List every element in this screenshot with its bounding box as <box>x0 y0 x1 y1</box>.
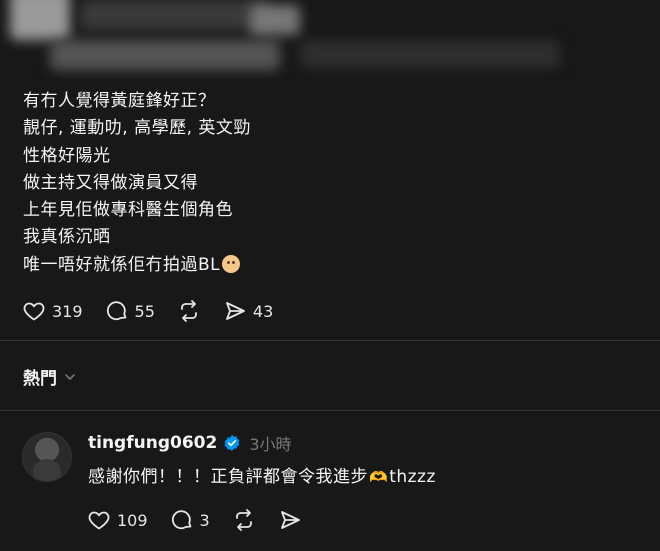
share-button[interactable]: 43 <box>223 299 273 323</box>
reply-text: 感謝你們！！！正負評都會令我進步🫶thzzz <box>88 462 436 487</box>
post-line: 有冇人覺得黃庭鋒好正？ <box>23 91 216 111</box>
sort-dropdown[interactable]: 熱門 <box>23 364 77 389</box>
post-line: 我真係沉晒 <box>23 227 111 248</box>
divider <box>0 410 660 411</box>
post-line-text: 唯一唔好就係佢冇拍過BL <box>23 254 221 275</box>
heart-icon <box>88 511 110 530</box>
post-actions: 319 55 43 <box>22 299 295 323</box>
redacted-header <box>0 0 660 80</box>
divider <box>0 340 660 341</box>
post-line: 性格好陽光 <box>23 145 111 166</box>
chevron-down-icon <box>65 373 75 380</box>
reply-repost-button[interactable] <box>232 508 256 532</box>
share-count: 43 <box>252 301 274 321</box>
repost-button[interactable] <box>177 299 201 323</box>
reply-comment-count: 3 <box>199 510 210 530</box>
avatar[interactable] <box>22 432 72 482</box>
reply-comment-button[interactable]: 3 <box>170 508 210 532</box>
repost-icon <box>181 300 197 322</box>
blurred-avatar <box>10 0 70 40</box>
reply-timestamp: 3小時 <box>249 435 292 454</box>
reply-header: tingfung0602 3小時 <box>88 431 292 455</box>
reply-username[interactable]: tingfung0602 <box>88 433 217 453</box>
reply-like-count: 109 <box>117 510 148 530</box>
comment-icon <box>106 301 126 321</box>
post-body: 有冇人覺得黃庭鋒好正？ 靚仔, 運動叻, 高學歷, 英文勁 性格好陽光 做主持又… <box>23 88 623 279</box>
blurred-block <box>250 5 300 35</box>
comment-button[interactable]: 55 <box>105 299 155 323</box>
reply-like-button[interactable]: 109 <box>87 508 148 532</box>
post-line: 做主持又得做演員又得 <box>23 172 198 193</box>
like-count: 319 <box>52 301 83 321</box>
repost-icon <box>235 509 252 531</box>
reply-text-tail: thzzz <box>389 467 436 487</box>
post-line: 靚仔, 運動叻, 高學歷, 英文勁 <box>23 118 251 139</box>
sort-label: 熱門 <box>23 369 57 389</box>
like-button[interactable]: 319 <box>22 299 83 323</box>
comment-icon <box>171 510 191 530</box>
send-icon <box>280 511 300 529</box>
heart-icon <box>23 302 45 321</box>
heart-hands-emoji-icon: 🫶 <box>369 468 389 486</box>
reply-text-main: 感謝你們！！！正負評都會令我進步 <box>88 467 368 487</box>
flushed-face-emoji-icon <box>222 254 241 273</box>
blurred-block <box>300 40 560 68</box>
verified-badge-icon <box>224 435 240 451</box>
post-line-last: 唯一唔好就係佢冇拍過BL <box>23 252 623 279</box>
reply-share-button[interactable] <box>278 508 302 532</box>
reply-actions: 109 3 <box>87 508 324 532</box>
post-line: 上年見佢做專科醫生個角色 <box>23 200 233 221</box>
send-icon <box>226 302 245 320</box>
blurred-block <box>50 40 280 70</box>
blurred-block <box>80 0 270 30</box>
comment-count: 55 <box>134 301 155 321</box>
